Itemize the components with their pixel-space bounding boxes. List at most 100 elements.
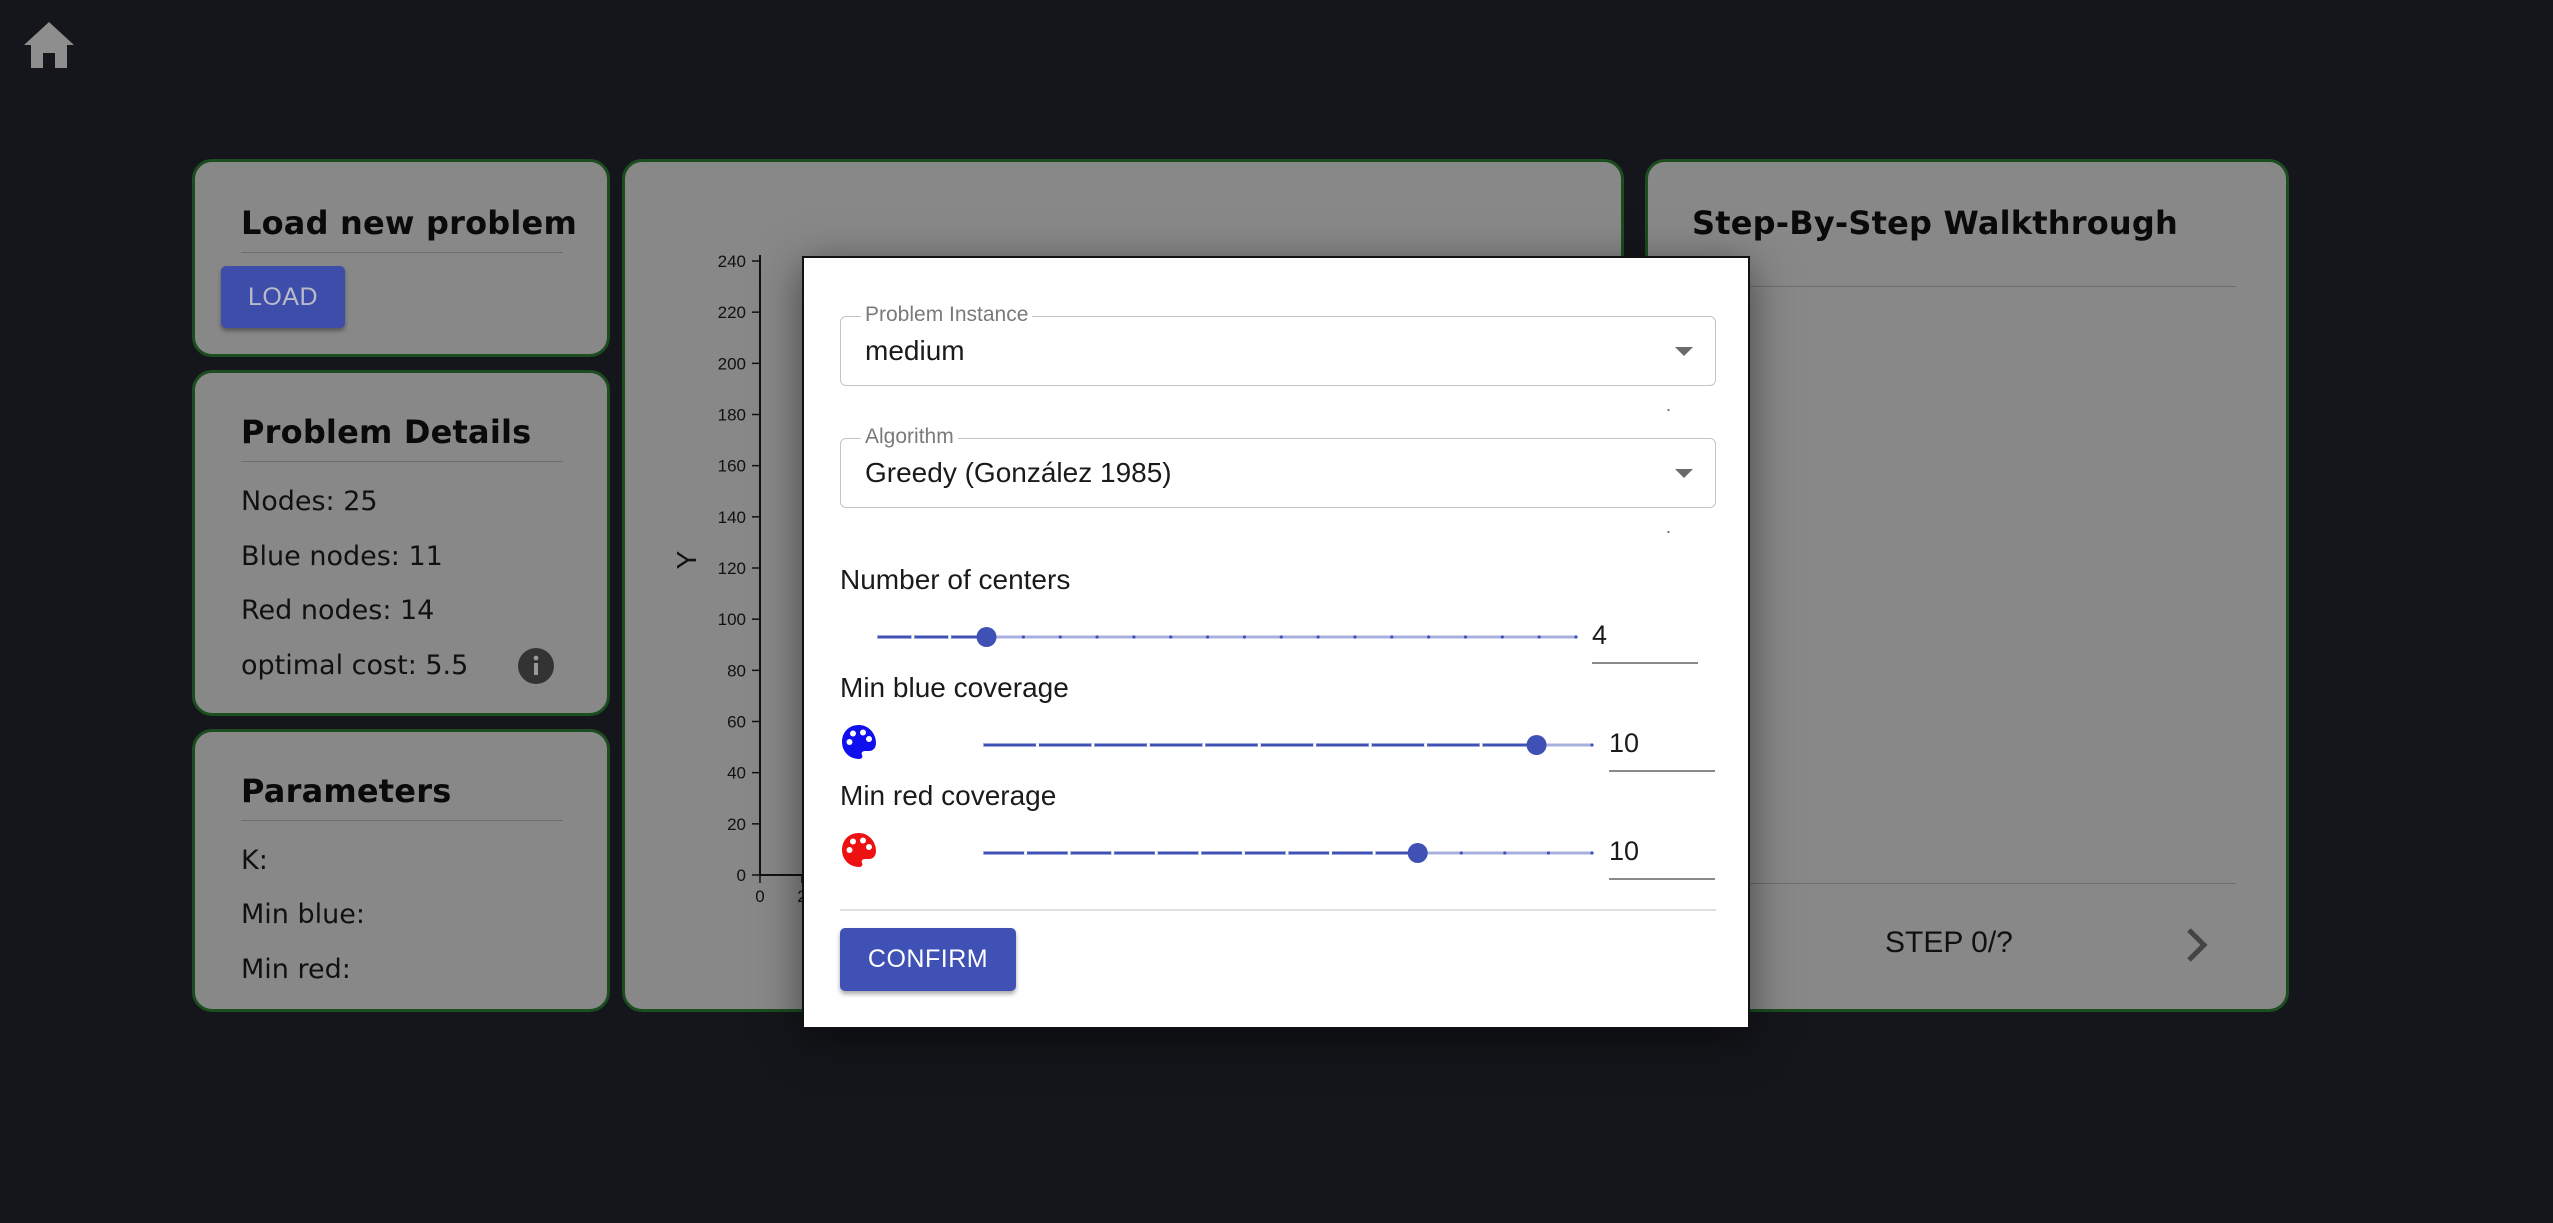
param-min-red-label: Min red:: [241, 954, 351, 985]
next-step-button[interactable]: [2176, 924, 2218, 966]
slider-mark: [1424, 743, 1428, 747]
y-tick-label: 60: [727, 713, 746, 732]
slider-mark: [1353, 635, 1357, 639]
algorithm-value: Greedy (González 1985): [865, 457, 1172, 488]
slider-mark: [1091, 743, 1095, 747]
y-tick-label: 160: [718, 457, 746, 476]
problem-instance-value: medium: [865, 335, 965, 366]
home-icon: [24, 22, 74, 68]
y-axis-label: Y: [671, 550, 702, 569]
y-tick-label: 20: [727, 815, 746, 834]
problem-instance-select[interactable]: Problem Instance medium: [840, 303, 1716, 386]
slider-mark: [1021, 635, 1025, 639]
y-tick-label: 240: [718, 252, 746, 271]
slider-mark: [1537, 635, 1541, 639]
palette-icon: [840, 831, 878, 874]
slider-mark: [1313, 743, 1317, 747]
slider-mark: [1035, 743, 1040, 747]
slider-mark: [1242, 635, 1247, 639]
slider-mark: [1169, 635, 1173, 639]
y-tick-label: 0: [737, 866, 746, 885]
y-tick-label: 40: [727, 764, 746, 783]
slider-mark: [1328, 851, 1333, 855]
slider-mark: [1058, 635, 1062, 639]
parameters-title: Parameters: [241, 772, 452, 810]
y-tick-label: 120: [718, 559, 746, 578]
slider-mark: [1503, 851, 1507, 855]
slider-mark: [1241, 851, 1246, 855]
step-label: STEP 0/?: [1885, 926, 2013, 959]
load-panel-title: Load new problem: [241, 204, 577, 242]
slider-mark: [1198, 851, 1202, 855]
load-panel-divider: [241, 252, 563, 253]
load-button[interactable]: LOAD: [221, 266, 345, 328]
slider-mark: [1479, 743, 1483, 747]
min-blue-label: Min blue coverage: [840, 672, 1069, 703]
slider-mark: [1285, 851, 1289, 855]
param-min-blue-label: Min blue:: [241, 899, 365, 930]
slider-mark: [1279, 635, 1283, 639]
slider-thumb[interactable]: [1407, 843, 1428, 863]
y-tick-label: 140: [718, 508, 746, 527]
centers-slider[interactable]: [870, 622, 1582, 652]
load-panel: Load new problem LOAD: [192, 159, 610, 357]
slider-mark: [1205, 635, 1210, 639]
slider-mark: [1111, 851, 1115, 855]
problem-config-dialog: Problem Instance medium . Algorithm Gree…: [802, 256, 1750, 1029]
slider-mark: [980, 851, 984, 855]
min-blue-input-value: 10: [1609, 728, 1640, 758]
palette-icon: [840, 723, 878, 766]
y-tick-label: 80: [727, 661, 746, 680]
algorithm-helper: .: [1666, 517, 1672, 537]
problem-instance-helper: .: [1666, 395, 1672, 415]
y-tick-label: 100: [718, 610, 746, 629]
problem-details-divider: [241, 461, 563, 462]
y-tick-label: 180: [718, 406, 746, 425]
home-button[interactable]: [20, 18, 78, 74]
slider-mark: [1202, 743, 1206, 747]
slider-mark: [948, 635, 952, 639]
slider-mark: [1372, 851, 1376, 855]
slider-mark: [1546, 851, 1551, 855]
slider-mark: [1146, 743, 1150, 747]
optimal-cost: optimal cost: 5.5: [241, 650, 469, 681]
slider-mark: [1368, 743, 1372, 747]
algorithm-select[interactable]: Algorithm Greedy (González 1985): [840, 425, 1716, 508]
red-nodes-count: Red nodes: 14: [241, 595, 435, 626]
min-red-input-value: 10: [1609, 836, 1640, 866]
slider-mark: [1590, 851, 1594, 855]
slider-mark: [1463, 635, 1468, 639]
slider-mark: [1427, 635, 1431, 639]
info-icon[interactable]: [517, 647, 555, 690]
slider-thumb[interactable]: [1526, 735, 1547, 755]
slider-mark: [1023, 851, 1028, 855]
nodes-count: Nodes: 25: [241, 486, 378, 517]
slider-mark: [1067, 851, 1071, 855]
parameters-divider: [241, 820, 563, 821]
min-blue-input[interactable]: 10: [1609, 722, 1715, 772]
slider-mark: [1132, 635, 1136, 639]
walkthrough-top-divider: [1692, 286, 2236, 287]
slider-mark: [1459, 851, 1463, 855]
slider-mark: [1316, 635, 1320, 639]
min-red-slider[interactable]: [976, 838, 1598, 868]
walkthrough-title: Step-By-Step Walkthrough: [1692, 204, 2178, 242]
centers-input[interactable]: 4: [1592, 614, 1698, 664]
min-red-input[interactable]: 10: [1609, 830, 1715, 880]
parameters-panel: Parameters K: Min blue: Min red:: [192, 729, 610, 1012]
param-k-label: K:: [241, 845, 268, 876]
slider-mark: [1154, 851, 1158, 855]
slider-mark: [1574, 635, 1578, 639]
confirm-button[interactable]: CONFIRM: [840, 928, 1016, 991]
slider-mark: [1257, 743, 1261, 747]
chevron-right-icon: [2187, 928, 2208, 962]
chevron-down-icon: [1675, 347, 1693, 356]
x-tick-label: 0: [755, 887, 764, 906]
min-blue-slider[interactable]: [976, 730, 1598, 760]
y-tick-label: 220: [718, 303, 746, 322]
slider-thumb[interactable]: [976, 627, 997, 647]
slider-mark: [1590, 743, 1594, 747]
chevron-down-icon: [1675, 469, 1693, 478]
problem-instance-label: Problem Instance: [861, 303, 1033, 327]
min-red-label: Min red coverage: [840, 780, 1057, 811]
